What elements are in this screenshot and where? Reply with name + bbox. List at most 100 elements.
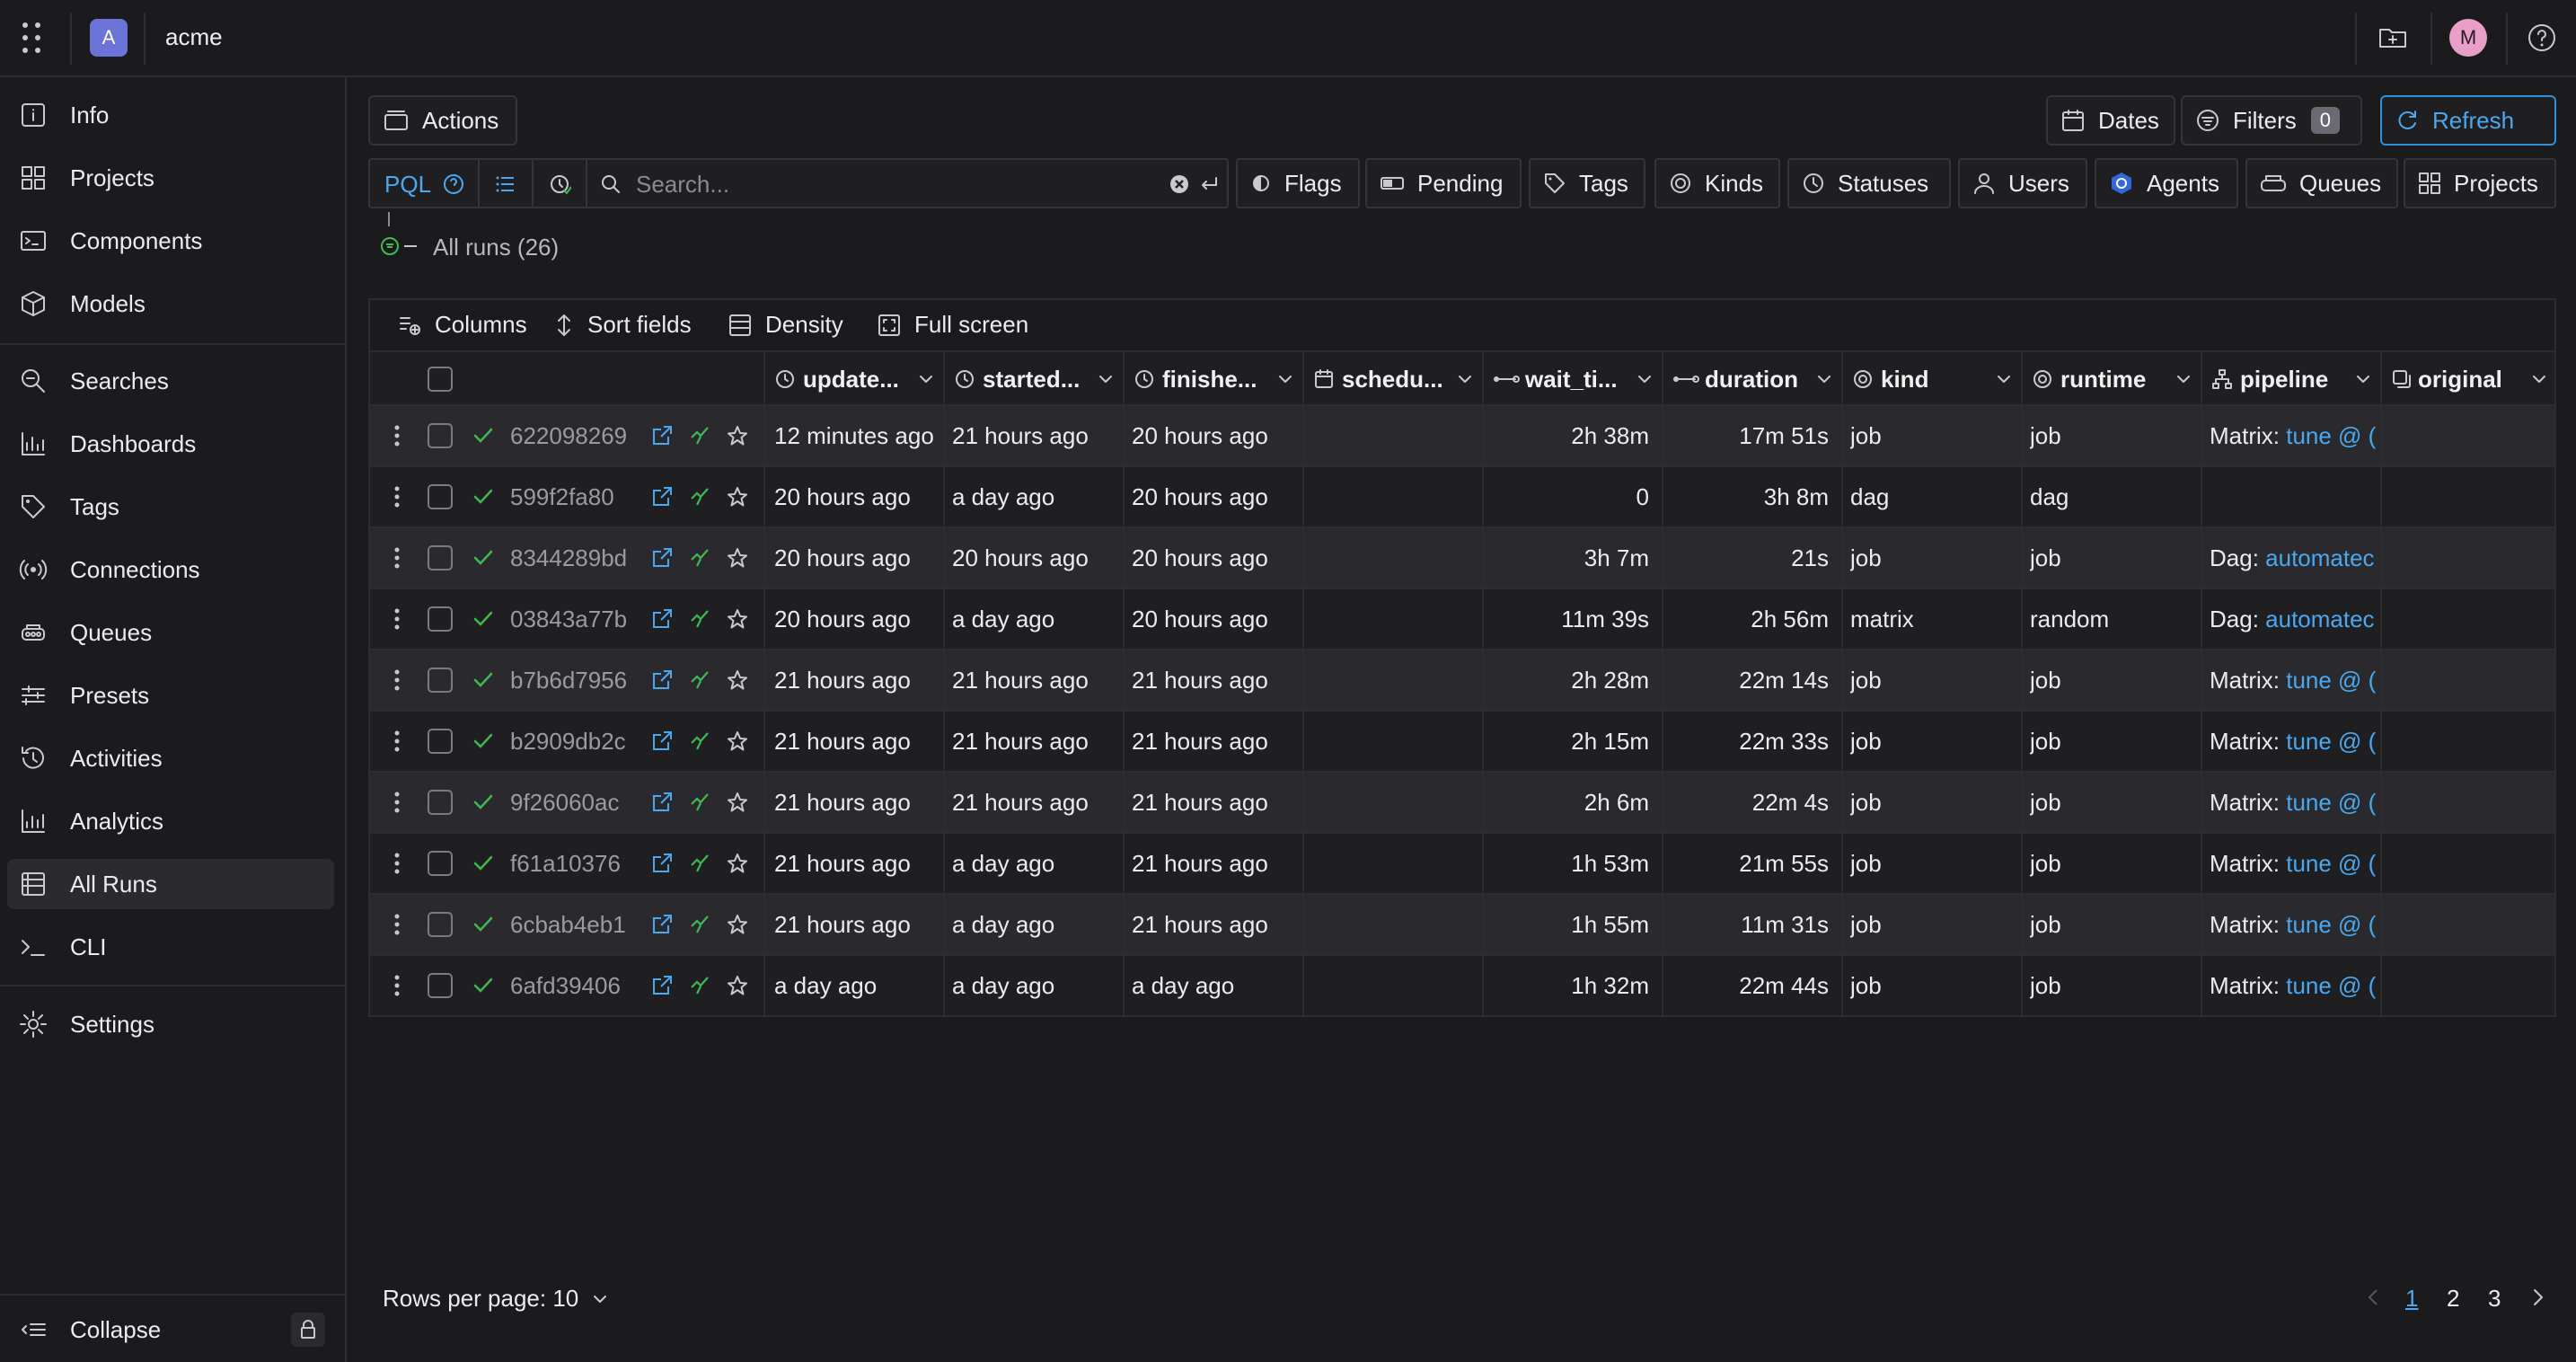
column-header-pipeline[interactable]: pipeline [2201,352,2380,406]
star-icon[interactable] [726,913,749,936]
apps-grid-icon[interactable] [20,20,45,56]
sort-fields-button[interactable]: Sort fields [553,311,692,339]
filters-button[interactable]: Filters 0 [2181,95,2362,146]
chevron-down-icon[interactable] [1636,372,1653,386]
row-checkbox[interactable] [428,545,453,570]
row-checkbox[interactable] [428,912,453,937]
clear-icon[interactable] [1169,174,1189,194]
star-icon[interactable] [726,546,749,570]
list-icon[interactable] [494,172,517,196]
page-3[interactable]: 3 [2488,1285,2501,1313]
star-icon[interactable] [726,791,749,814]
chevron-down-icon[interactable] [2355,372,2371,386]
external-link-icon[interactable] [650,424,674,447]
row-checkbox[interactable] [428,790,453,815]
compare-icon[interactable] [688,424,711,447]
pipeline-link[interactable]: tune @ ( [2286,422,2376,449]
external-link-icon[interactable] [650,913,674,936]
sidebar-item-projects[interactable]: Projects [7,153,334,203]
select-all-checkbox[interactable] [428,367,453,392]
chevron-down-icon[interactable] [1996,372,2012,386]
drag-handle-icon[interactable] [393,913,401,936]
external-link-icon[interactable] [650,485,674,509]
pipeline-link[interactable]: tune @ ( [2286,911,2376,938]
projects-filter[interactable]: Projects [2404,158,2556,208]
star-icon[interactable] [726,730,749,753]
pipeline-link[interactable]: tune @ ( [2286,850,2376,877]
chevron-down-icon[interactable] [2175,372,2192,386]
sidebar-item-queues[interactable]: Queues [7,607,334,658]
column-header-finished[interactable]: finishe... [1123,352,1302,406]
collapse-button[interactable]: Collapse [7,1305,334,1355]
drag-handle-icon[interactable] [393,485,401,509]
external-link-icon[interactable] [650,607,674,631]
run-uuid[interactable]: 6cbab4eb1 [510,895,645,954]
table-row[interactable]: 6afd39406 a day ago a day ago a day ago 1h 3… [368,956,2556,1017]
compare-icon[interactable] [688,546,711,570]
run-uuid[interactable]: 03843a77b [510,589,645,649]
chevron-left-icon[interactable] [2364,1287,2382,1308]
pipeline-link[interactable]: tune @ ( [2286,728,2376,755]
folder-icon[interactable] [2375,20,2411,56]
density-button[interactable]: Density [728,311,843,339]
org-name[interactable]: acme [165,23,223,51]
queues-filter[interactable]: Queues [2245,158,2398,208]
sidebar-item-all-runs[interactable]: All Runs [7,859,334,909]
run-uuid[interactable]: f61a10376 [510,834,645,893]
drag-handle-icon[interactable] [393,730,401,753]
users-filter[interactable]: Users [1958,158,2087,208]
sidebar-item-components[interactable]: Components [7,216,334,266]
compare-icon[interactable] [688,607,711,631]
external-link-icon[interactable] [650,791,674,814]
table-row[interactable]: 8344289bd 20 hours ago 20 hours ago 20 hour… [368,528,2556,589]
help-icon[interactable] [2524,20,2560,56]
compare-icon[interactable] [688,852,711,875]
all-runs-count[interactable]: All runs (26) [433,234,559,261]
table-row[interactable]: b2909db2c 21 hours ago 21 hours ago 21 hour… [368,712,2556,773]
refresh-button[interactable]: Refresh [2380,95,2556,146]
chevron-down-icon[interactable] [918,372,934,386]
external-link-icon[interactable] [650,974,674,997]
run-uuid[interactable]: 6afd39406 [510,956,645,1015]
star-icon[interactable] [726,485,749,509]
table-row[interactable]: 599f2fa80 20 hours ago a day ago 20 hours a… [368,467,2556,528]
drag-handle-icon[interactable] [393,974,401,997]
column-header-started[interactable]: started... [943,352,1123,406]
chevron-right-icon[interactable] [2529,1287,2547,1308]
column-header-wait-time[interactable]: wait_ti... [1482,352,1662,406]
column-header-original[interactable]: original [2380,352,2556,406]
drag-handle-icon[interactable] [393,546,401,570]
chevron-down-icon[interactable] [1277,372,1293,386]
column-header-scheduled[interactable]: schedu... [1302,352,1482,406]
column-header-updated[interactable]: update... [763,352,943,406]
drag-handle-icon[interactable] [393,424,401,447]
page-1[interactable]: 1 [2405,1285,2418,1313]
drag-handle-icon[interactable] [393,791,401,814]
row-checkbox[interactable] [428,484,453,509]
sidebar-item-models[interactable]: Models [7,279,334,329]
enter-icon[interactable] [1198,174,1220,194]
tags-filter[interactable]: Tags [1529,158,1645,208]
pipeline-link[interactable]: tune @ ( [2286,972,2376,999]
flags-filter[interactable]: Flags [1236,158,1360,208]
agents-filter[interactable]: Agents [2095,158,2238,208]
table-row[interactable]: f61a10376 21 hours ago a day ago 21 hours a… [368,834,2556,895]
run-uuid[interactable]: 599f2fa80 [510,467,645,526]
pql-mode-label[interactable]: PQL [384,171,431,199]
dates-button[interactable]: Dates [2046,95,2175,146]
external-link-icon[interactable] [650,852,674,875]
star-icon[interactable] [726,668,749,692]
sidebar-item-tags[interactable]: Tags [7,482,334,532]
star-icon[interactable] [726,852,749,875]
chevron-down-icon[interactable] [1457,372,1473,386]
table-row[interactable]: 6cbab4eb1 21 hours ago a day ago 21 hours a… [368,895,2556,956]
sidebar-item-analytics[interactable]: Analytics [7,796,334,846]
run-uuid[interactable]: 622098269 [510,406,645,465]
row-checkbox[interactable] [428,729,453,754]
sidebar-item-settings[interactable]: Settings [7,999,334,1049]
row-checkbox[interactable] [428,973,453,998]
run-uuid[interactable]: b2909db2c [510,712,645,771]
statuses-filter[interactable]: Statuses [1787,158,1951,208]
chevron-down-icon[interactable] [2531,372,2547,386]
external-link-icon[interactable] [650,730,674,753]
